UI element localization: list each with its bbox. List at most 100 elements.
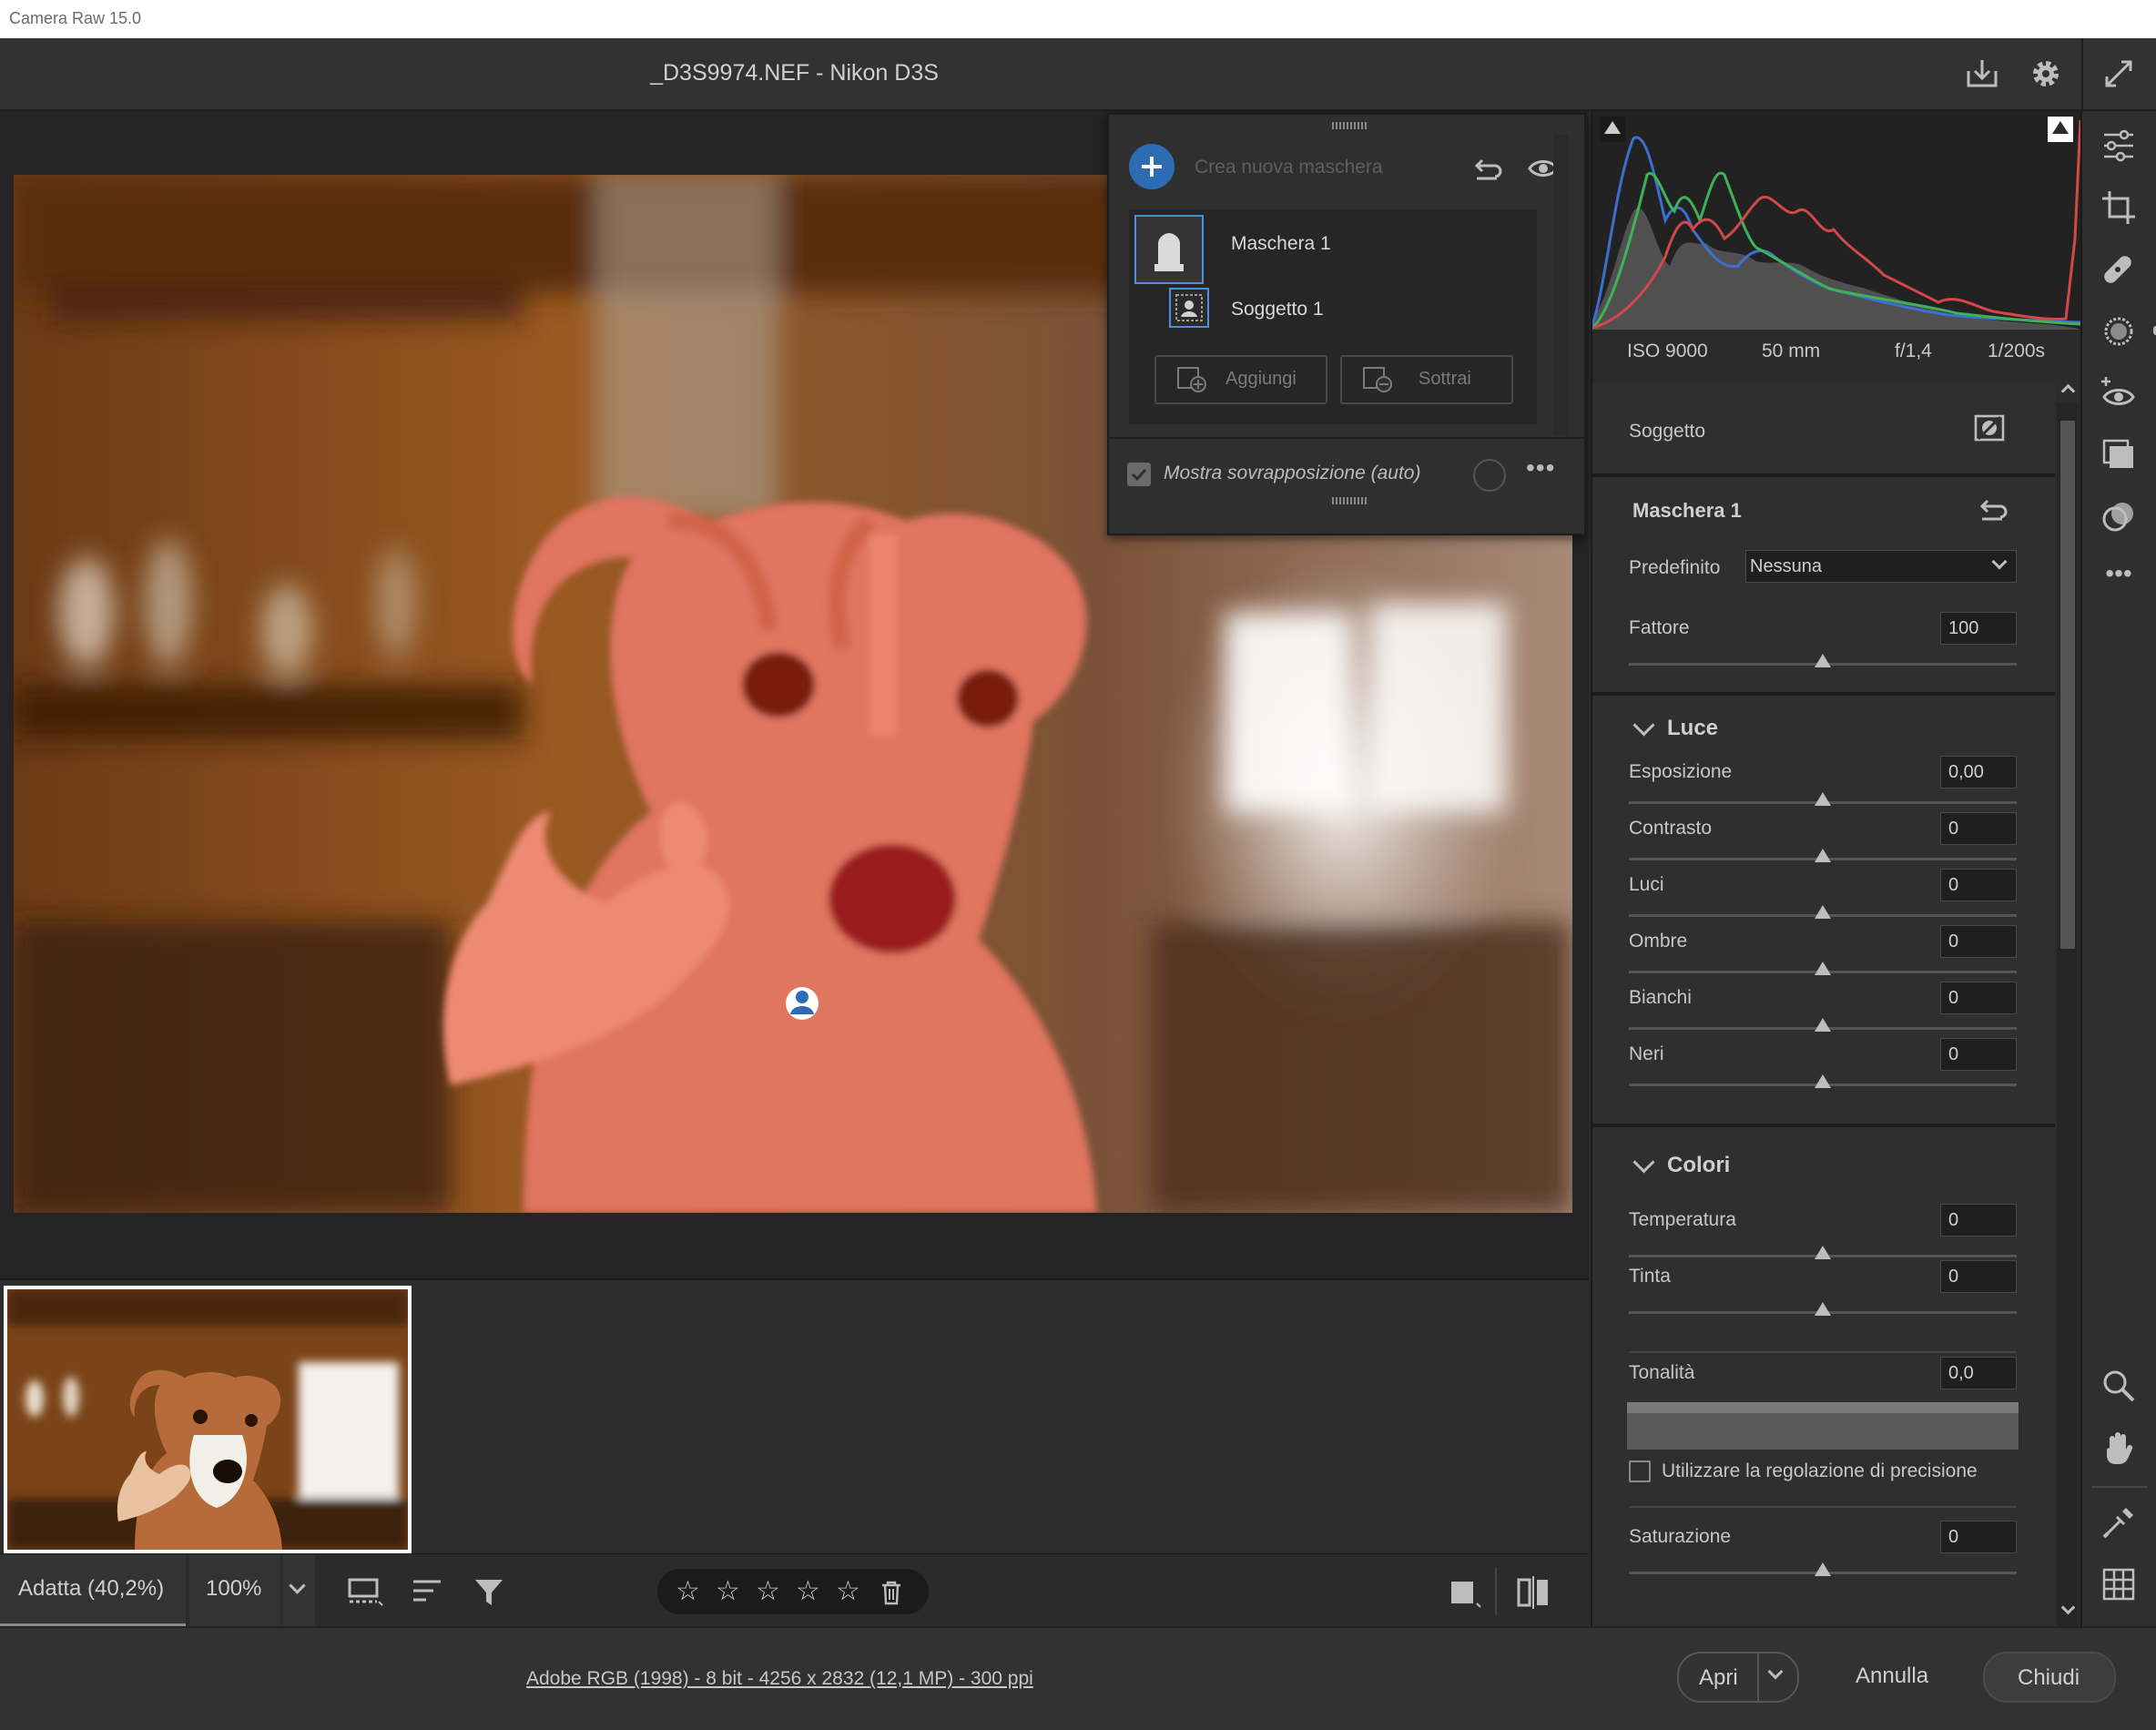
subtract-button[interactable]: Sottrai bbox=[1340, 355, 1513, 404]
amount-value-field[interactable]: 100 bbox=[1940, 612, 2017, 645]
add-button[interactable]: Aggiungi bbox=[1154, 355, 1327, 404]
shadows-value-field[interactable]: 0 bbox=[1940, 925, 2017, 958]
close-button[interactable]: Chiudi bbox=[1983, 1652, 2116, 1703]
whites-slider-handle[interactable] bbox=[1815, 1018, 1831, 1032]
properties-scrollbar[interactable] bbox=[2057, 383, 2079, 1626]
mask-thumbnail[interactable] bbox=[1134, 215, 1204, 284]
preset-label: Predefinito bbox=[1629, 557, 1721, 578]
reset-mask-icon[interactable] bbox=[1978, 495, 2009, 523]
before-after-icon[interactable] bbox=[1515, 1574, 1551, 1611]
tint-slider-handle[interactable] bbox=[1815, 1302, 1831, 1316]
exposure-slider-handle[interactable] bbox=[1815, 792, 1831, 806]
scroll-up-icon[interactable] bbox=[2060, 381, 2076, 399]
contrast-value: 0 bbox=[1948, 819, 1959, 839]
add-mask-icon bbox=[1177, 367, 1206, 392]
red-eye-icon[interactable] bbox=[2099, 373, 2139, 413]
mask-panel-grip-bottom[interactable] bbox=[1332, 497, 1368, 504]
save-icon[interactable] bbox=[1963, 55, 2001, 93]
color-title[interactable]: Colori bbox=[1667, 1153, 1730, 1178]
mask-panel-scrollbar[interactable] bbox=[1553, 135, 1568, 435]
temperature-value-field[interactable]: 0 bbox=[1940, 1204, 2017, 1236]
subject-pin-icon[interactable] bbox=[786, 987, 819, 1020]
mask-panel-grip-top[interactable] bbox=[1332, 122, 1368, 129]
highlights-slider-handle[interactable] bbox=[1815, 905, 1831, 919]
mask-panel: Crea nuova maschera Maschera 1 Soggetto … bbox=[1107, 113, 1586, 535]
edit-sliders-icon[interactable] bbox=[2099, 126, 2139, 166]
saturation-value-field[interactable]: 0 bbox=[1940, 1521, 2017, 1553]
overlay-label[interactable]: Mostra sovrapposizione (auto) bbox=[1164, 463, 1420, 484]
contrast-value-field[interactable]: 0 bbox=[1940, 812, 2017, 845]
zoom-fit-button[interactable]: Adatta (40,2%) bbox=[0, 1554, 186, 1627]
highlight-clipping-icon[interactable] bbox=[2048, 117, 2073, 142]
invert-mask-icon[interactable] bbox=[1973, 413, 2006, 443]
crop-icon[interactable] bbox=[2099, 188, 2139, 228]
hand-tool-icon[interactable] bbox=[2099, 1428, 2139, 1468]
open-button[interactable]: Apri bbox=[1677, 1652, 1759, 1703]
subject-icon[interactable] bbox=[1169, 288, 1209, 328]
hue-slider[interactable] bbox=[1627, 1402, 2019, 1450]
preset-value: Nessuna bbox=[1750, 556, 1822, 576]
filmstrip-view-icon[interactable] bbox=[346, 1574, 386, 1611]
fine-adjust-label[interactable]: Utilizzare la regolazione di precisione bbox=[1662, 1460, 1978, 1482]
blacks-slider-handle[interactable] bbox=[1815, 1074, 1831, 1088]
gear-icon[interactable] bbox=[2027, 55, 2065, 93]
component-item-label[interactable]: Soggetto 1 bbox=[1231, 299, 1324, 321]
single-view-icon[interactable] bbox=[1448, 1574, 1484, 1611]
scroll-down-icon[interactable] bbox=[2060, 1600, 2076, 1617]
zoom-100-label: 100% bbox=[206, 1576, 262, 1601]
mask-item-label[interactable]: Maschera 1 bbox=[1231, 233, 1331, 255]
color-sampler-icon[interactable] bbox=[2099, 1502, 2139, 1542]
star-2[interactable]: ☆ bbox=[716, 1578, 740, 1605]
mask-title: Maschera 1 bbox=[1632, 499, 1742, 522]
overlay-color-swatch[interactable] bbox=[1473, 459, 1506, 492]
undo-icon[interactable] bbox=[1473, 155, 1504, 182]
zoom-100-button[interactable]: 100% bbox=[189, 1554, 280, 1627]
new-mask-row: Crea nuova maschera bbox=[1129, 144, 1564, 191]
overlay-checkbox[interactable] bbox=[1127, 463, 1151, 486]
whites-value-field[interactable]: 0 bbox=[1940, 982, 2017, 1014]
light-title[interactable]: Luce bbox=[1667, 716, 1718, 741]
create-mask-label[interactable]: Crea nuova maschera bbox=[1195, 157, 1383, 178]
hue-label: Tonalità bbox=[1629, 1362, 1695, 1383]
saturation-slider-handle[interactable] bbox=[1815, 1562, 1831, 1576]
blacks-value-field[interactable]: 0 bbox=[1940, 1038, 2017, 1071]
zoom-tool-icon[interactable] bbox=[2099, 1366, 2139, 1406]
hue-value-field[interactable]: 0,0 bbox=[1940, 1357, 2017, 1389]
highlights-value-field[interactable]: 0 bbox=[1940, 869, 2017, 901]
contrast-slider-handle[interactable] bbox=[1815, 849, 1831, 862]
shadows-slider-handle[interactable] bbox=[1815, 962, 1831, 975]
temperature-slider-handle[interactable] bbox=[1815, 1246, 1831, 1259]
zoom-dropdown[interactable] bbox=[282, 1554, 315, 1627]
exposure-value-field[interactable]: 0,00 bbox=[1940, 756, 2017, 789]
cancel-button[interactable]: Annulla bbox=[1830, 1652, 1958, 1699]
trash-icon[interactable] bbox=[880, 1580, 903, 1605]
filmstrip-thumbnail[interactable] bbox=[4, 1286, 412, 1553]
saturation-value: 0 bbox=[1948, 1527, 1959, 1547]
shadow-clipping-icon[interactable] bbox=[1600, 117, 1625, 142]
amount-slider-handle[interactable] bbox=[1815, 654, 1831, 667]
create-mask-button[interactable] bbox=[1129, 144, 1175, 189]
more-tools-icon[interactable]: ••• bbox=[2099, 559, 2139, 599]
healing-icon[interactable] bbox=[2099, 249, 2139, 290]
properties-scrollbar-thumb[interactable] bbox=[2060, 421, 2075, 949]
masking-icon[interactable] bbox=[2099, 311, 2139, 351]
sort-icon[interactable] bbox=[410, 1574, 450, 1611]
presets-icon[interactable] bbox=[2099, 497, 2139, 537]
filter-icon[interactable] bbox=[472, 1574, 512, 1611]
color-collapse-icon[interactable] bbox=[1632, 1151, 1655, 1174]
more-options-icon[interactable]: ••• bbox=[1526, 453, 1555, 483]
exposure-value: 0,00 bbox=[1948, 762, 1984, 782]
preset-dropdown[interactable]: Nessuna bbox=[1745, 550, 2017, 583]
snapshots-icon[interactable] bbox=[2099, 435, 2139, 475]
star-4[interactable]: ☆ bbox=[796, 1578, 820, 1605]
light-collapse-icon[interactable] bbox=[1632, 714, 1655, 737]
star-5[interactable]: ☆ bbox=[836, 1578, 860, 1605]
fullscreen-icon[interactable] bbox=[2100, 55, 2138, 93]
star-1[interactable]: ☆ bbox=[676, 1578, 700, 1605]
open-options-dropdown[interactable] bbox=[1757, 1652, 1799, 1703]
star-3[interactable]: ☆ bbox=[756, 1578, 780, 1605]
fine-adjust-checkbox[interactable] bbox=[1629, 1460, 1651, 1482]
file-info-link[interactable]: Adobe RGB (1998) - 8 bit - 4256 x 2832 (… bbox=[526, 1668, 1033, 1690]
grid-overlay-icon[interactable] bbox=[2099, 1564, 2139, 1604]
tint-value-field[interactable]: 0 bbox=[1940, 1260, 2017, 1293]
